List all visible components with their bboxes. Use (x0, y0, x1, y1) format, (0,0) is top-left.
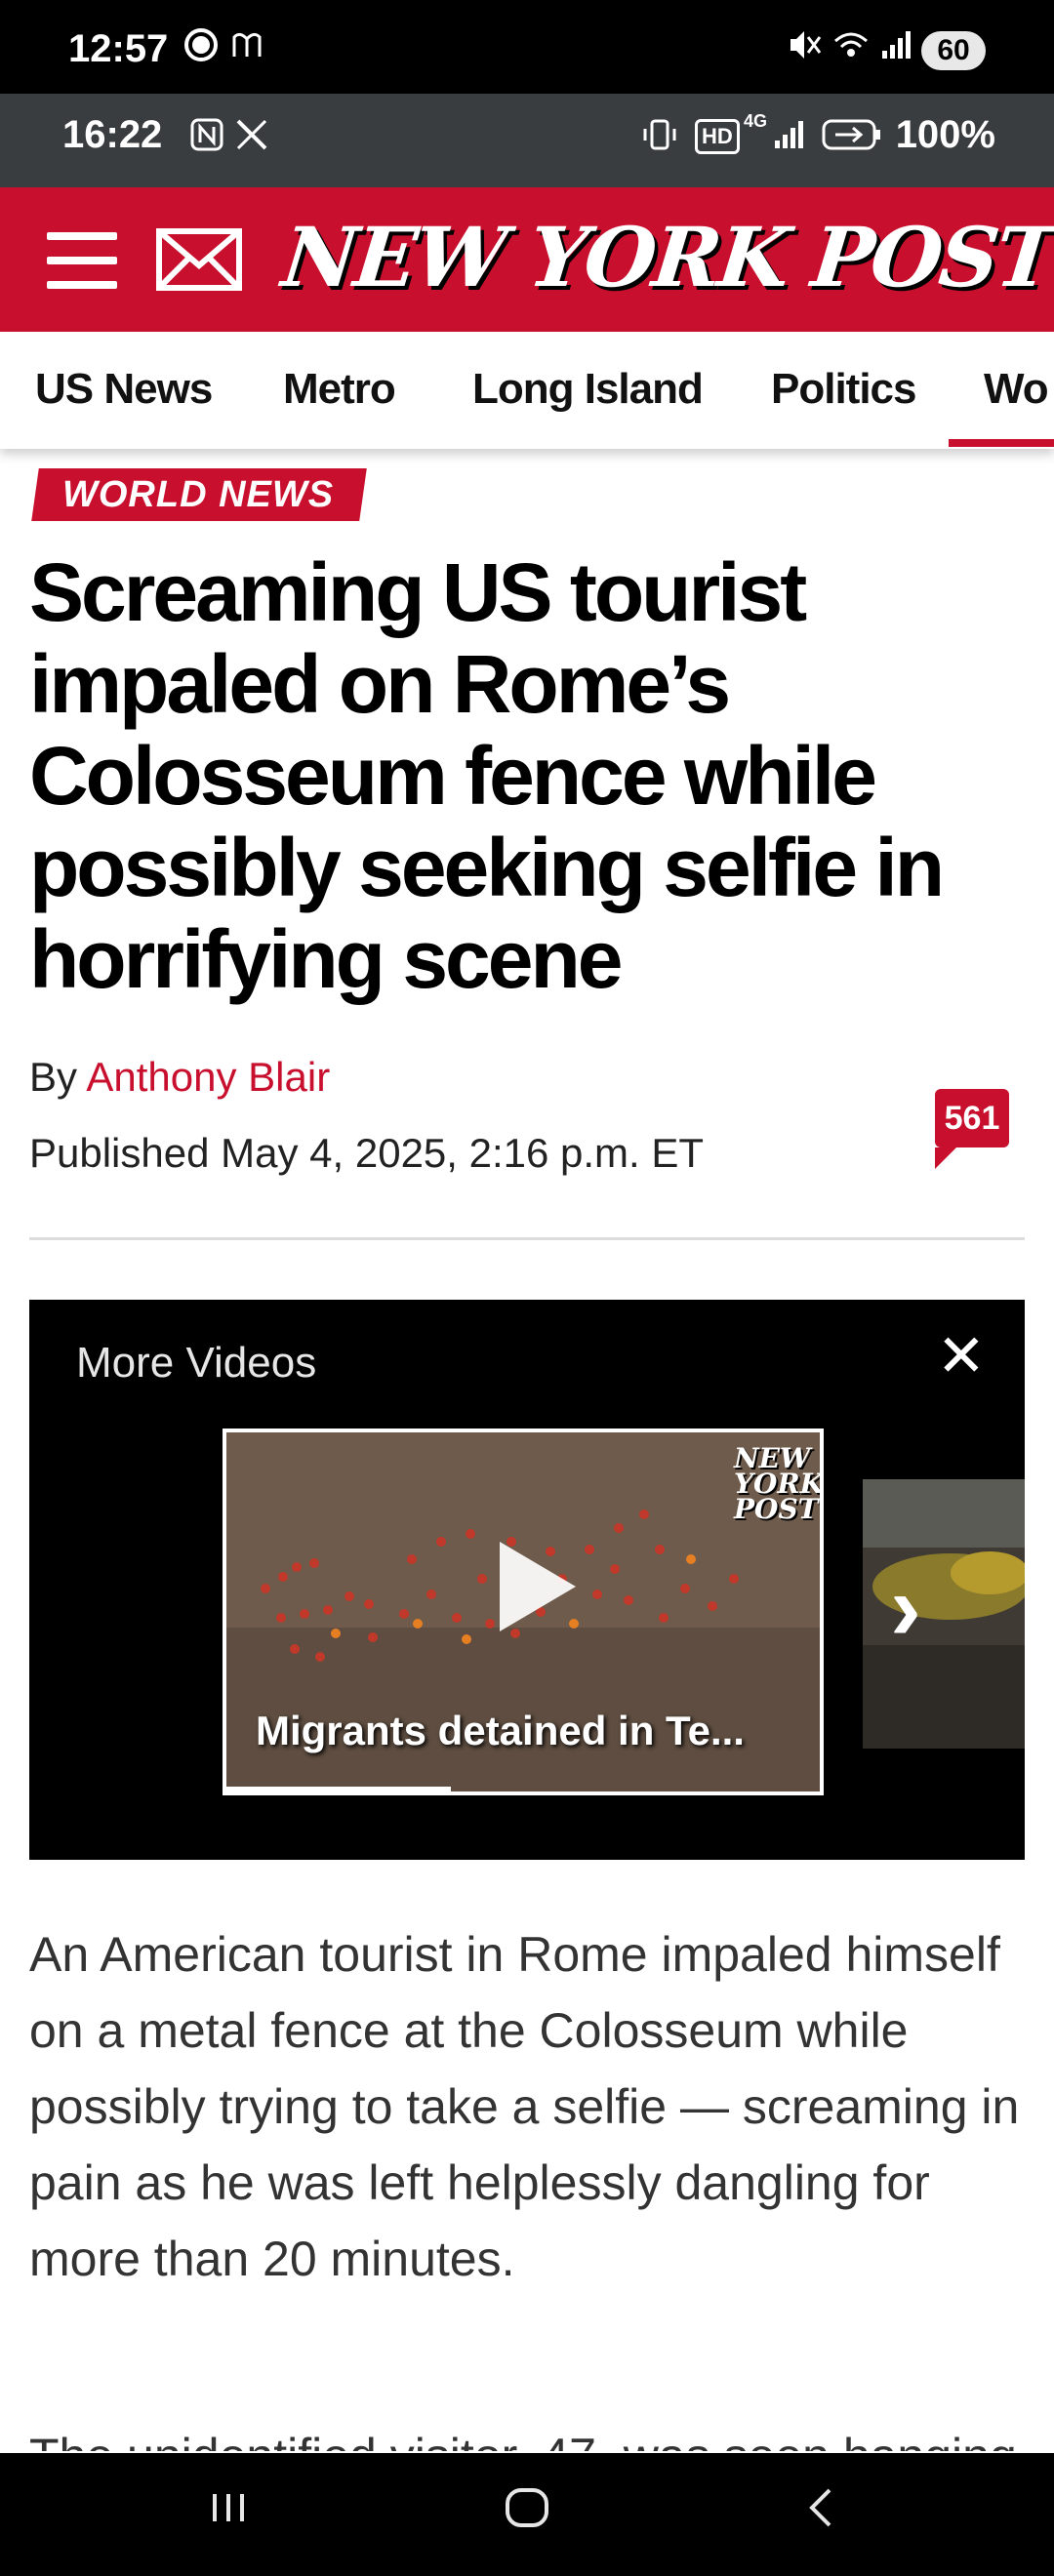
next-video-thumbnail[interactable]: › (863, 1479, 1025, 1749)
home-icon[interactable] (504, 2486, 550, 2541)
masthead: NEW YORK POST (0, 187, 1054, 332)
battery-level: 60 (921, 31, 986, 70)
battery-percent: 100% (895, 113, 995, 156)
x-logo-icon (234, 115, 269, 163)
divider (29, 1237, 1025, 1240)
next-video-image (863, 1479, 1025, 1749)
nav-item-metro[interactable]: Metro (283, 365, 396, 414)
publish-date: Published May 4, 2025, 2:16 p.m. ET (29, 1130, 705, 1176)
mail-icon[interactable] (156, 228, 242, 291)
article-body-next-paragraph: The unidentified visitor, 47, was seen h… (29, 2432, 1017, 2451)
article-headline: Screaming US tourist impaled on Rome’s C… (29, 546, 945, 1005)
nfc-icon (189, 115, 224, 163)
video-watermark: NEW YORK POST (734, 1442, 824, 1525)
chevron-right-icon[interactable]: › (890, 1561, 921, 1655)
network-type: 4G (744, 111, 768, 131)
nypost-logo[interactable]: NEW YORK POST (278, 209, 1054, 305)
article-body-paragraph: An American tourist in Rome impaled hims… (29, 1927, 1020, 2286)
battery-charging-icon (822, 115, 882, 163)
wifi-icon (831, 25, 871, 73)
section-kicker[interactable]: WORLD NEWS (31, 468, 367, 521)
video-module-title: More Videos (76, 1339, 317, 1387)
nav-item-long-island[interactable]: Long Island (472, 365, 704, 414)
comment-count-button[interactable]: 561 (935, 1089, 1009, 1169)
browser-status-bar: 16:22 HD 4G 100% (0, 94, 1054, 187)
nav-item-world[interactable]: Wo (984, 365, 1049, 414)
system-navigation-bar (0, 2453, 1054, 2576)
nav-item-us-news[interactable]: US News (35, 365, 213, 414)
m-app-icon (230, 25, 264, 73)
close-icon[interactable]: ✕ (937, 1327, 986, 1386)
byline-prefix: By (29, 1054, 78, 1100)
author-link[interactable]: Anthony Blair (86, 1054, 330, 1100)
video-progress (226, 1787, 451, 1791)
video-caption: Migrants detained in Te... (256, 1708, 745, 1753)
system-status-bar: 12:57 60 (0, 0, 1054, 94)
signal-icon (771, 115, 810, 163)
mute-icon (787, 25, 822, 73)
chat-bubble-icon (182, 25, 221, 73)
back-icon[interactable] (800, 2486, 843, 2541)
clock: 16:22 (62, 113, 163, 156)
recent-apps-icon[interactable] (207, 2486, 250, 2541)
hd-badge: HD (695, 119, 740, 154)
section-nav: US News Metro Long Island Politics Wo (0, 332, 1054, 449)
vibrate-icon (640, 115, 679, 163)
video-thumbnail[interactable]: NEW YORK POST Migrants detained in Te... (223, 1429, 824, 1795)
byline: By Anthony Blair (29, 1054, 330, 1101)
clock: 12:57 (68, 27, 169, 70)
section-kicker-label: WORLD NEWS (62, 474, 335, 515)
active-nav-indicator (949, 439, 1054, 447)
menu-icon[interactable] (47, 232, 117, 289)
nav-item-politics[interactable]: Politics (771, 365, 916, 414)
video-module: More Videos ✕ NEW YORK POST Migrants det… (29, 1300, 1025, 1860)
signal-icon (878, 25, 913, 73)
